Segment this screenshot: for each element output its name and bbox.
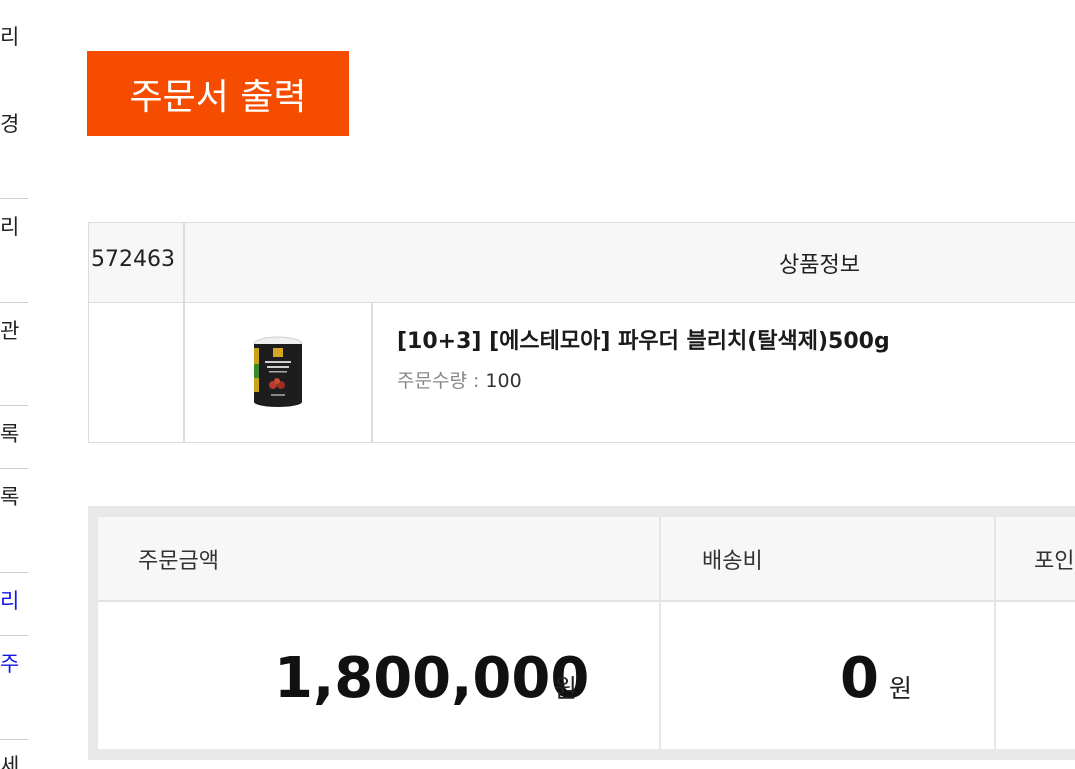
sidebar-item[interactable]: 세 — [0, 754, 19, 769]
divider — [0, 405, 28, 406]
summary-panel: 주문금액 배송비 포인 1,800,000 원 0 원 — [98, 517, 1075, 749]
order-amount-label: 주문금액 — [138, 549, 219, 574]
column-divider — [371, 303, 373, 442]
sidebar: 리 경 리 관 록 록 리 주 세 — [0, 0, 28, 769]
divider — [0, 635, 28, 636]
order-table: 572463 상품정보 [10+3] [에스테모아] 파우더 블리치(탈색제)5… — [88, 222, 1075, 443]
column-divider — [659, 517, 661, 749]
order-amount-value: 1,800,000 — [274, 646, 590, 711]
quantity-value: 100 — [485, 370, 522, 392]
summary-header — [98, 517, 1075, 602]
currency-unit: 원 — [889, 674, 913, 703]
product-jar-image — [253, 336, 303, 407]
shipping-fee-value: 0 — [840, 646, 879, 711]
divider — [0, 739, 28, 740]
order-number[interactable]: 572463 — [91, 247, 175, 272]
column-divider — [994, 517, 996, 749]
sidebar-item[interactable]: 경 — [0, 112, 19, 136]
divider — [0, 198, 28, 199]
product-name[interactable]: [10+3] [에스테모아] 파우더 블리치(탈색제)500g — [397, 323, 890, 355]
sidebar-item-active[interactable]: 주 — [0, 652, 19, 676]
table-header — [89, 223, 1075, 303]
divider — [0, 572, 28, 573]
sidebar-item[interactable]: 리 — [0, 25, 19, 49]
points-label: 포인 — [1034, 549, 1075, 574]
product-thumbnail[interactable] — [251, 336, 305, 408]
column-divider — [183, 223, 185, 442]
print-order-button[interactable]: 주문서 출력 — [87, 51, 349, 136]
order-quantity: 주문수량 : 100 — [397, 366, 522, 393]
currency-unit: 원 — [554, 674, 578, 703]
sidebar-item[interactable]: 관 — [0, 319, 19, 343]
payment-summary: 주문금액 배송비 포인 1,800,000 원 0 원 — [88, 506, 1075, 760]
product-info-header: 상품정보 — [779, 253, 860, 278]
sidebar-item-active[interactable]: 리 — [0, 589, 19, 613]
divider — [0, 468, 28, 469]
sidebar-item[interactable]: 리 — [0, 215, 19, 239]
quantity-label: 주문수량 : — [397, 370, 486, 392]
sidebar-item[interactable]: 록 — [0, 422, 19, 446]
sidebar-item[interactable]: 록 — [0, 485, 19, 509]
shipping-fee-label: 배송비 — [702, 549, 763, 574]
divider — [0, 302, 28, 303]
